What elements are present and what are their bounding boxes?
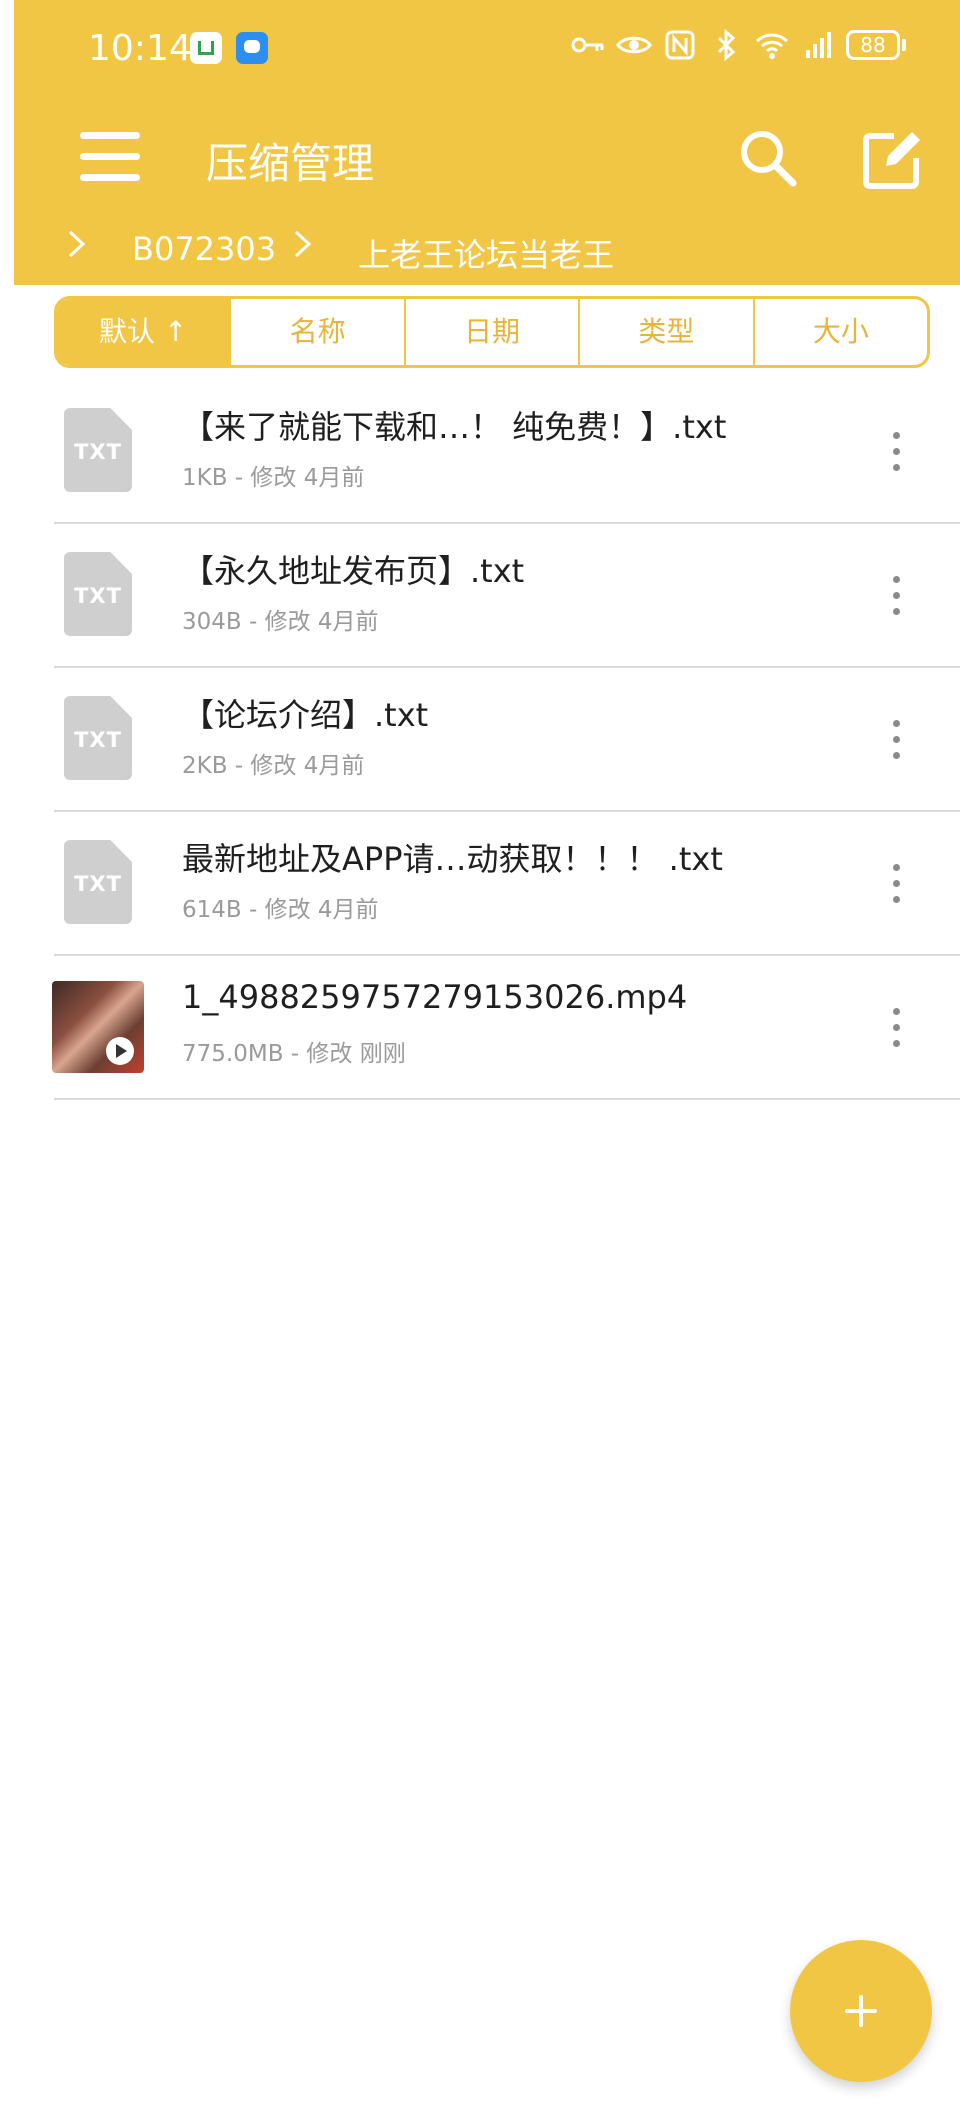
txt-file-icon: TXT bbox=[64, 408, 132, 492]
file-name: 【永久地址发布页】.txt bbox=[182, 552, 525, 590]
toolbar: 压缩管理 bbox=[14, 100, 960, 210]
page-title: 压缩管理 bbox=[206, 139, 375, 188]
file-name: 最新地址及APP请…动获取！！！ .txt bbox=[182, 840, 723, 878]
file-meta: 614B - 修改 4月前 bbox=[182, 897, 379, 923]
sort-tab-name[interactable]: 名称 bbox=[229, 299, 403, 365]
status-icons: 88 bbox=[570, 28, 906, 62]
battery-cap bbox=[902, 39, 906, 51]
home-app-icon bbox=[190, 32, 222, 64]
file-row[interactable]: TXT 最新地址及APP请…动获取！！！ .txt 614B - 修改 4月前 bbox=[54, 812, 960, 956]
file-name: 【论坛介绍】.txt bbox=[182, 696, 429, 734]
more-options-icon[interactable] bbox=[876, 704, 916, 776]
more-options-icon[interactable] bbox=[876, 560, 916, 632]
breadcrumb: B072303 上老王论坛当老王 bbox=[14, 210, 960, 285]
play-icon bbox=[106, 1037, 134, 1065]
more-options-icon[interactable] bbox=[876, 416, 916, 488]
bluetooth-icon bbox=[717, 28, 736, 62]
chevron-right-icon bbox=[294, 230, 312, 258]
more-options-icon[interactable] bbox=[876, 992, 916, 1064]
txt-file-icon: TXT bbox=[64, 696, 132, 780]
battery-indicator: 88 bbox=[846, 30, 900, 60]
edit-icon[interactable] bbox=[860, 128, 924, 192]
wifi-icon bbox=[756, 33, 788, 59]
eye-icon bbox=[616, 36, 652, 54]
sort-tab-date[interactable]: 日期 bbox=[403, 299, 578, 365]
file-meta: 304B - 修改 4月前 bbox=[182, 609, 379, 635]
file-row[interactable]: TXT 【永久地址发布页】.txt 304B - 修改 4月前 bbox=[54, 524, 960, 668]
key-icon bbox=[571, 37, 604, 53]
breadcrumb-item-folder[interactable]: B072303 bbox=[132, 230, 276, 268]
file-meta: 1KB - 修改 4月前 bbox=[182, 465, 365, 491]
chevron-right-icon bbox=[68, 230, 86, 258]
breadcrumb-item-current[interactable]: 上老王论坛当老王 bbox=[358, 230, 614, 276]
file-row[interactable]: TXT 【论坛介绍】.txt 2KB - 修改 4月前 bbox=[54, 668, 960, 812]
txt-file-icon: TXT bbox=[64, 840, 132, 924]
signal-4g-icon bbox=[806, 32, 831, 58]
file-row[interactable]: TXT 【来了就能下载和…！ 纯免费！】.txt 1KB - 修改 4月前 bbox=[54, 380, 960, 524]
sort-tab-type[interactable]: 类型 bbox=[578, 299, 752, 365]
menu-icon[interactable] bbox=[80, 132, 140, 182]
status-time: 10:14 bbox=[88, 28, 192, 69]
nfc-icon bbox=[665, 30, 695, 60]
message-app-icon bbox=[236, 32, 268, 64]
file-name: 1_4988259757279153026.mp4 bbox=[182, 978, 688, 1016]
file-meta: 775.0MB - 修改 刚刚 bbox=[182, 1041, 406, 1067]
search-icon[interactable] bbox=[736, 126, 800, 190]
file-name: 【来了就能下载和…！ 纯免费！】.txt bbox=[182, 408, 727, 446]
sort-bar: 默认 ↑ 名称 日期 类型 大小 bbox=[54, 296, 930, 368]
file-row[interactable]: 1_4988259757279153026.mp4 775.0MB - 修改 刚… bbox=[52, 956, 960, 1100]
more-options-icon[interactable] bbox=[876, 848, 916, 920]
file-meta: 2KB - 修改 4月前 bbox=[182, 753, 365, 779]
app-header: 10:14 88 压缩管理 B072303 上老王论坛当老王 bbox=[14, 0, 960, 285]
sort-tab-default[interactable]: 默认 ↑ bbox=[57, 299, 230, 365]
sort-tab-size[interactable]: 大小 bbox=[752, 299, 927, 365]
add-button[interactable] bbox=[790, 1940, 932, 2082]
status-bar: 10:14 88 bbox=[14, 0, 960, 100]
video-thumbnail bbox=[52, 981, 144, 1073]
txt-file-icon: TXT bbox=[64, 552, 132, 636]
